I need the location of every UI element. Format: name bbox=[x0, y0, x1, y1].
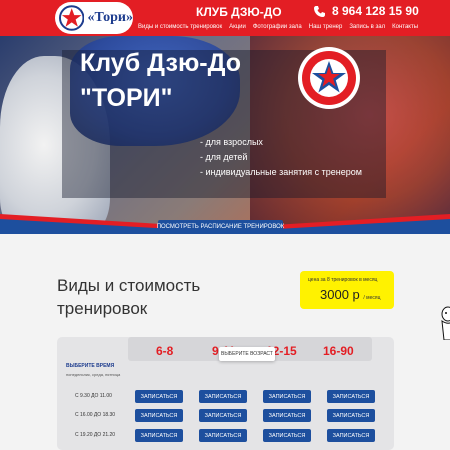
main-nav: Виды и стоимость тренировок Акции Фотогр… bbox=[138, 24, 418, 30]
logo-star-icon bbox=[59, 5, 85, 31]
phone-icon bbox=[314, 5, 325, 17]
age-tab-16-90[interactable]: 16-90 bbox=[323, 344, 354, 358]
section-title: Виды и стоимость тренировок bbox=[57, 274, 200, 320]
hero-title-line1: Клуб Дзю-До bbox=[80, 49, 242, 77]
view-schedule-button[interactable]: ПОСМОТРЕТЬ РАСПИСАНИЕ ТРЕНИРОВОК bbox=[157, 220, 284, 234]
price-unit: / месяц bbox=[363, 295, 381, 301]
site-header: «Тори» КЛУБ ДЗЮ-ДО 8 964 128 15 90 Виды … bbox=[0, 0, 450, 36]
hero-feature-kids: - для детей bbox=[200, 152, 248, 162]
side-figure-illustration bbox=[441, 306, 450, 340]
signup-button[interactable]: ЗАПИСАТЬСЯ bbox=[135, 390, 183, 403]
hero-feature-adults: - для взрослых bbox=[200, 137, 263, 147]
signup-button[interactable]: ЗАПИСАТЬСЯ bbox=[327, 429, 375, 442]
nav-item-promotions[interactable]: Акции bbox=[229, 24, 246, 30]
signup-button[interactable]: ЗАПИСАТЬСЯ bbox=[263, 390, 311, 403]
price-value: 3000 р / месяц bbox=[320, 287, 380, 302]
signup-button[interactable]: ЗАПИСАТЬСЯ bbox=[199, 390, 247, 403]
time-slot-evening: С 19.20 ДО 21.20 bbox=[75, 432, 116, 438]
nav-item-photos[interactable]: Фотографии зала bbox=[253, 24, 302, 30]
logo-text: «Тори» bbox=[87, 10, 133, 25]
price-amount: 3000 р bbox=[320, 287, 360, 302]
signup-button[interactable]: ЗАПИСАТЬСЯ bbox=[263, 429, 311, 442]
signup-button[interactable]: ЗАПИСАТЬСЯ bbox=[199, 429, 247, 442]
time-days: понедельник, среда, пятница bbox=[66, 372, 121, 377]
signup-button[interactable]: ЗАПИСАТЬСЯ bbox=[199, 409, 247, 422]
nav-item-coach[interactable]: Наш тренер bbox=[309, 24, 343, 30]
signup-button[interactable]: ЗАПИСАТЬСЯ bbox=[327, 409, 375, 422]
logo[interactable]: «Тори» bbox=[55, 2, 133, 34]
signup-button[interactable]: ЗАПИСАТЬСЯ bbox=[263, 409, 311, 422]
price-caption: цена за 8 тренировок в месяц bbox=[308, 277, 378, 283]
hero-feature-personal: - индивидуальные занятия с тренером bbox=[200, 167, 362, 177]
nav-item-prices[interactable]: Виды и стоимость тренировок bbox=[138, 24, 222, 30]
sambo-federation-emblem bbox=[298, 47, 360, 109]
hero-features: - для взрослых - для детей - индивидуаль… bbox=[200, 135, 362, 180]
phone-number[interactable]: 8 964 128 15 90 bbox=[313, 4, 419, 18]
club-title: КЛУБ ДЗЮ-ДО bbox=[196, 5, 282, 19]
section-title-line1: Виды и стоимость bbox=[57, 276, 201, 295]
signup-button[interactable]: ЗАПИСАТЬСЯ bbox=[327, 390, 375, 403]
time-slot-morning: С 9.30 ДО 11.00 bbox=[75, 393, 112, 399]
time-slot-afternoon: С 16.00 ДО 18.30 bbox=[75, 412, 116, 418]
hero-title-line2: "ТОРИ" bbox=[80, 84, 173, 112]
age-tooltip: ВЫБЕРИТЕ ВОЗРАСТ bbox=[219, 347, 275, 361]
hero-title: Клуб Дзю-До "ТОРИ" bbox=[80, 46, 241, 116]
nav-item-signup[interactable]: Запись в зал bbox=[349, 24, 385, 30]
time-header: ВЫБЕРИТЕ ВРЕМЯ bbox=[66, 363, 115, 369]
age-tab-6-8[interactable]: 6-8 bbox=[156, 344, 173, 358]
signup-button[interactable]: ЗАПИСАТЬСЯ bbox=[135, 409, 183, 422]
signup-button[interactable]: ЗАПИСАТЬСЯ bbox=[135, 429, 183, 442]
price-badge: цена за 8 тренировок в месяц 3000 р / ме… bbox=[300, 271, 394, 309]
phone-text: 8 964 128 15 90 bbox=[332, 4, 419, 18]
section-title-line2: тренировок bbox=[57, 299, 148, 318]
nav-item-contacts[interactable]: Контакты bbox=[392, 24, 418, 30]
